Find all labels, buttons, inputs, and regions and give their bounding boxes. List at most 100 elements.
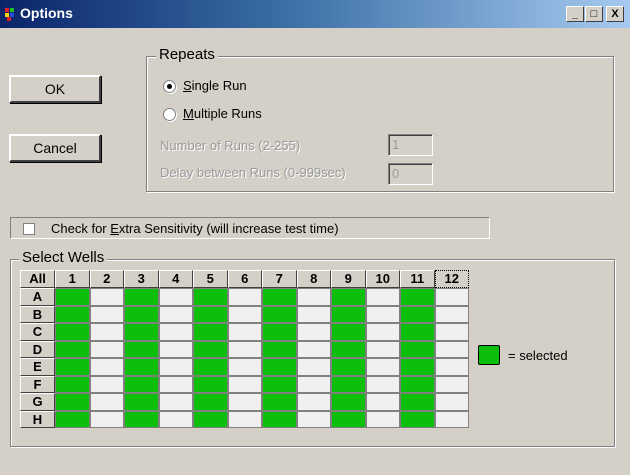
well-h5[interactable] — [193, 410, 228, 428]
row-header-a[interactable]: A — [20, 288, 55, 306]
well-a1[interactable] — [55, 288, 90, 306]
well-a4[interactable] — [158, 288, 193, 306]
well-b12[interactable] — [434, 305, 469, 323]
column-header-7[interactable]: 7 — [262, 270, 297, 288]
well-e4[interactable] — [158, 358, 193, 376]
column-header-12[interactable]: 12 — [434, 270, 469, 288]
row-header-h[interactable]: H — [20, 410, 55, 428]
column-header-5[interactable]: 5 — [193, 270, 228, 288]
well-e8[interactable] — [296, 358, 331, 376]
well-d9[interactable] — [331, 340, 366, 358]
well-d1[interactable] — [55, 340, 90, 358]
well-h10[interactable] — [365, 410, 400, 428]
well-h6[interactable] — [227, 410, 262, 428]
well-h9[interactable] — [331, 410, 366, 428]
extra-sensitivity-checkbox[interactable] — [23, 223, 35, 235]
well-f12[interactable] — [434, 375, 469, 393]
well-b5[interactable] — [193, 305, 228, 323]
well-a7[interactable] — [262, 288, 297, 306]
well-b4[interactable] — [158, 305, 193, 323]
well-c2[interactable] — [89, 323, 124, 341]
well-f8[interactable] — [296, 375, 331, 393]
well-f4[interactable] — [158, 375, 193, 393]
well-c4[interactable] — [158, 323, 193, 341]
well-c3[interactable] — [124, 323, 159, 341]
well-a11[interactable] — [400, 288, 435, 306]
select-all-button[interactable]: All — [20, 270, 55, 288]
well-g4[interactable] — [158, 393, 193, 411]
well-d2[interactable] — [89, 340, 124, 358]
well-b11[interactable] — [400, 305, 435, 323]
well-a9[interactable] — [331, 288, 366, 306]
well-c7[interactable] — [262, 323, 297, 341]
well-a6[interactable] — [227, 288, 262, 306]
column-header-3[interactable]: 3 — [124, 270, 159, 288]
well-a12[interactable] — [434, 288, 469, 306]
row-header-c[interactable]: C — [20, 323, 55, 341]
well-e2[interactable] — [89, 358, 124, 376]
well-g12[interactable] — [434, 393, 469, 411]
well-b8[interactable] — [296, 305, 331, 323]
well-e9[interactable] — [331, 358, 366, 376]
well-b7[interactable] — [262, 305, 297, 323]
well-a3[interactable] — [124, 288, 159, 306]
well-d11[interactable] — [400, 340, 435, 358]
well-e3[interactable] — [124, 358, 159, 376]
well-f9[interactable] — [331, 375, 366, 393]
well-b1[interactable] — [55, 305, 90, 323]
well-h11[interactable] — [400, 410, 435, 428]
column-header-1[interactable]: 1 — [55, 270, 90, 288]
row-header-g[interactable]: G — [20, 393, 55, 411]
well-a8[interactable] — [296, 288, 331, 306]
well-g6[interactable] — [227, 393, 262, 411]
well-h8[interactable] — [296, 410, 331, 428]
well-h7[interactable] — [262, 410, 297, 428]
multiple-runs-label[interactable]: Multiple Runs — [183, 106, 262, 121]
well-c11[interactable] — [400, 323, 435, 341]
column-header-4[interactable]: 4 — [158, 270, 193, 288]
well-f5[interactable] — [193, 375, 228, 393]
single-run-label[interactable]: Single Run — [183, 78, 247, 93]
well-g10[interactable] — [365, 393, 400, 411]
well-d4[interactable] — [158, 340, 193, 358]
well-c12[interactable] — [434, 323, 469, 341]
well-d5[interactable] — [193, 340, 228, 358]
well-g7[interactable] — [262, 393, 297, 411]
maximize-button[interactable]: □ — [585, 6, 603, 22]
well-f6[interactable] — [227, 375, 262, 393]
well-e7[interactable] — [262, 358, 297, 376]
well-a2[interactable] — [89, 288, 124, 306]
well-f7[interactable] — [262, 375, 297, 393]
well-d12[interactable] — [434, 340, 469, 358]
well-h12[interactable] — [434, 410, 469, 428]
well-h1[interactable] — [55, 410, 90, 428]
well-c1[interactable] — [55, 323, 90, 341]
well-f2[interactable] — [89, 375, 124, 393]
well-d10[interactable] — [365, 340, 400, 358]
row-header-f[interactable]: F — [20, 375, 55, 393]
row-header-e[interactable]: E — [20, 358, 55, 376]
well-b3[interactable] — [124, 305, 159, 323]
column-header-8[interactable]: 8 — [296, 270, 331, 288]
well-f11[interactable] — [400, 375, 435, 393]
delay-input[interactable]: 0 — [388, 163, 433, 185]
well-c6[interactable] — [227, 323, 262, 341]
multiple-runs-radio[interactable] — [163, 108, 176, 121]
well-g9[interactable] — [331, 393, 366, 411]
well-e10[interactable] — [365, 358, 400, 376]
well-g1[interactable] — [55, 393, 90, 411]
well-d8[interactable] — [296, 340, 331, 358]
column-header-10[interactable]: 10 — [365, 270, 400, 288]
well-c8[interactable] — [296, 323, 331, 341]
well-e1[interactable] — [55, 358, 90, 376]
well-e5[interactable] — [193, 358, 228, 376]
well-c9[interactable] — [331, 323, 366, 341]
ok-button[interactable]: OK — [9, 75, 101, 103]
well-b2[interactable] — [89, 305, 124, 323]
extra-sensitivity-row[interactable]: Check for Extra Sensitivity (will increa… — [10, 217, 490, 239]
well-a5[interactable] — [193, 288, 228, 306]
well-e12[interactable] — [434, 358, 469, 376]
well-h3[interactable] — [124, 410, 159, 428]
close-button[interactable]: X — [606, 6, 624, 22]
single-run-radio[interactable] — [163, 80, 176, 93]
